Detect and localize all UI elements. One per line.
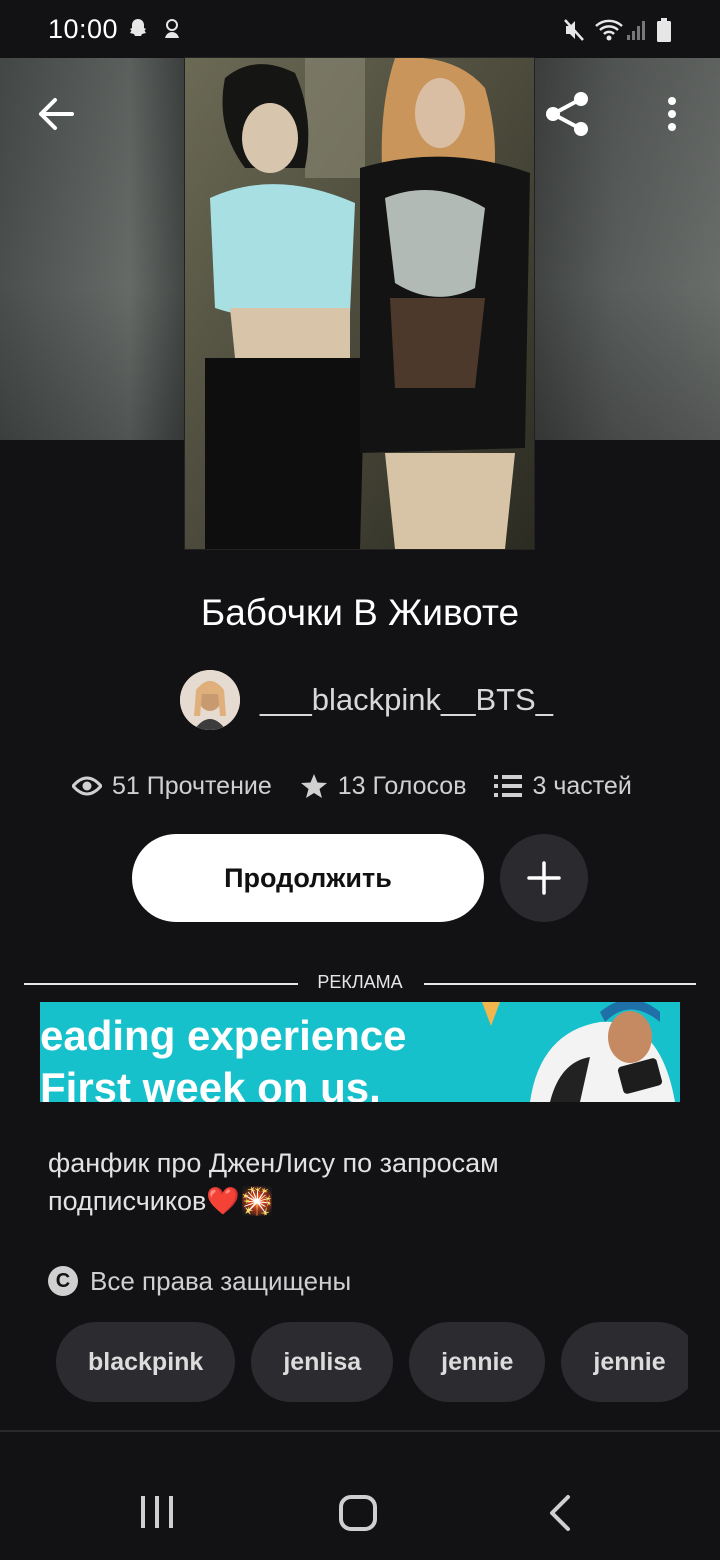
tag-chip[interactable]: blackpink [56,1322,236,1402]
ad-person-image [530,1002,675,1102]
tag-list: blackpink jenlisa jennie jennie [56,1322,688,1402]
ad-divider-right [424,983,696,985]
votes-count: 13 Голосов [337,771,467,800]
reads-count: 51 Прочтение [112,771,272,800]
star-icon [300,774,327,798]
author-name[interactable]: ___blackpink__BTS_ [260,682,553,718]
back-nav-icon[interactable] [546,1494,574,1532]
share-icon [546,92,588,136]
story-description: фанфик про ДженЛису по запросам подписчи… [48,1148,499,1216]
tag-chip[interactable]: jennie [409,1322,546,1402]
story-stats: 51 Прочтение 13 Голосов 3 частей [72,762,660,810]
story-cover-image [185,58,534,549]
battery-icon [657,18,671,42]
ad-text-line1: eading experience [40,1012,407,1059]
votes-stat: 13 Голосов [300,771,467,801]
back-button[interactable] [26,84,86,144]
parts-stat[interactable]: 3 частей [494,772,632,801]
system-nav-bar [0,1432,720,1560]
plus-icon [527,861,561,895]
add-to-library-button[interactable] [500,834,588,922]
status-bar: 10:00 [0,0,720,58]
more-options-button[interactable] [642,84,702,144]
snapchat-icon [130,19,146,36]
status-time: 10:00 [48,14,119,44]
share-button[interactable] [538,84,598,144]
ad-decoration-icon [482,1002,500,1026]
parts-count[interactable]: 3 частей [532,772,631,801]
arrow-left-icon [39,98,74,130]
eye-icon [72,776,102,796]
mute-icon [564,19,584,41]
home-icon[interactable] [338,1494,378,1532]
recent-apps-icon[interactable] [138,1494,176,1530]
author-avatar[interactable] [180,670,240,730]
signal-icon [627,21,645,40]
ad-divider-left [24,983,298,985]
ad-text-line2: First week on us. [40,1064,381,1102]
story-title: Бабочки В Животе [200,592,520,633]
ad-banner[interactable]: eading experience First week on us. [40,1002,680,1102]
notification-app-icon [165,19,179,38]
tag-chip[interactable]: jennie [561,1322,688,1402]
author-link[interactable]: ___blackpink__BTS_ [180,670,553,730]
tag-chip[interactable]: jenlisa [251,1322,394,1402]
copyright-text: Все права защищены [90,1265,352,1296]
reads-stat: 51 Прочтение [72,772,272,801]
list-icon [494,775,523,797]
more-vert-icon [668,97,676,131]
copyright-icon: C [48,1266,78,1296]
wifi-icon [595,19,623,41]
continue-reading-button[interactable]: Продолжить [132,834,484,922]
ad-label: РЕКЛАМА [317,972,403,992]
copyright-row: C Все права защищены [48,1262,351,1300]
